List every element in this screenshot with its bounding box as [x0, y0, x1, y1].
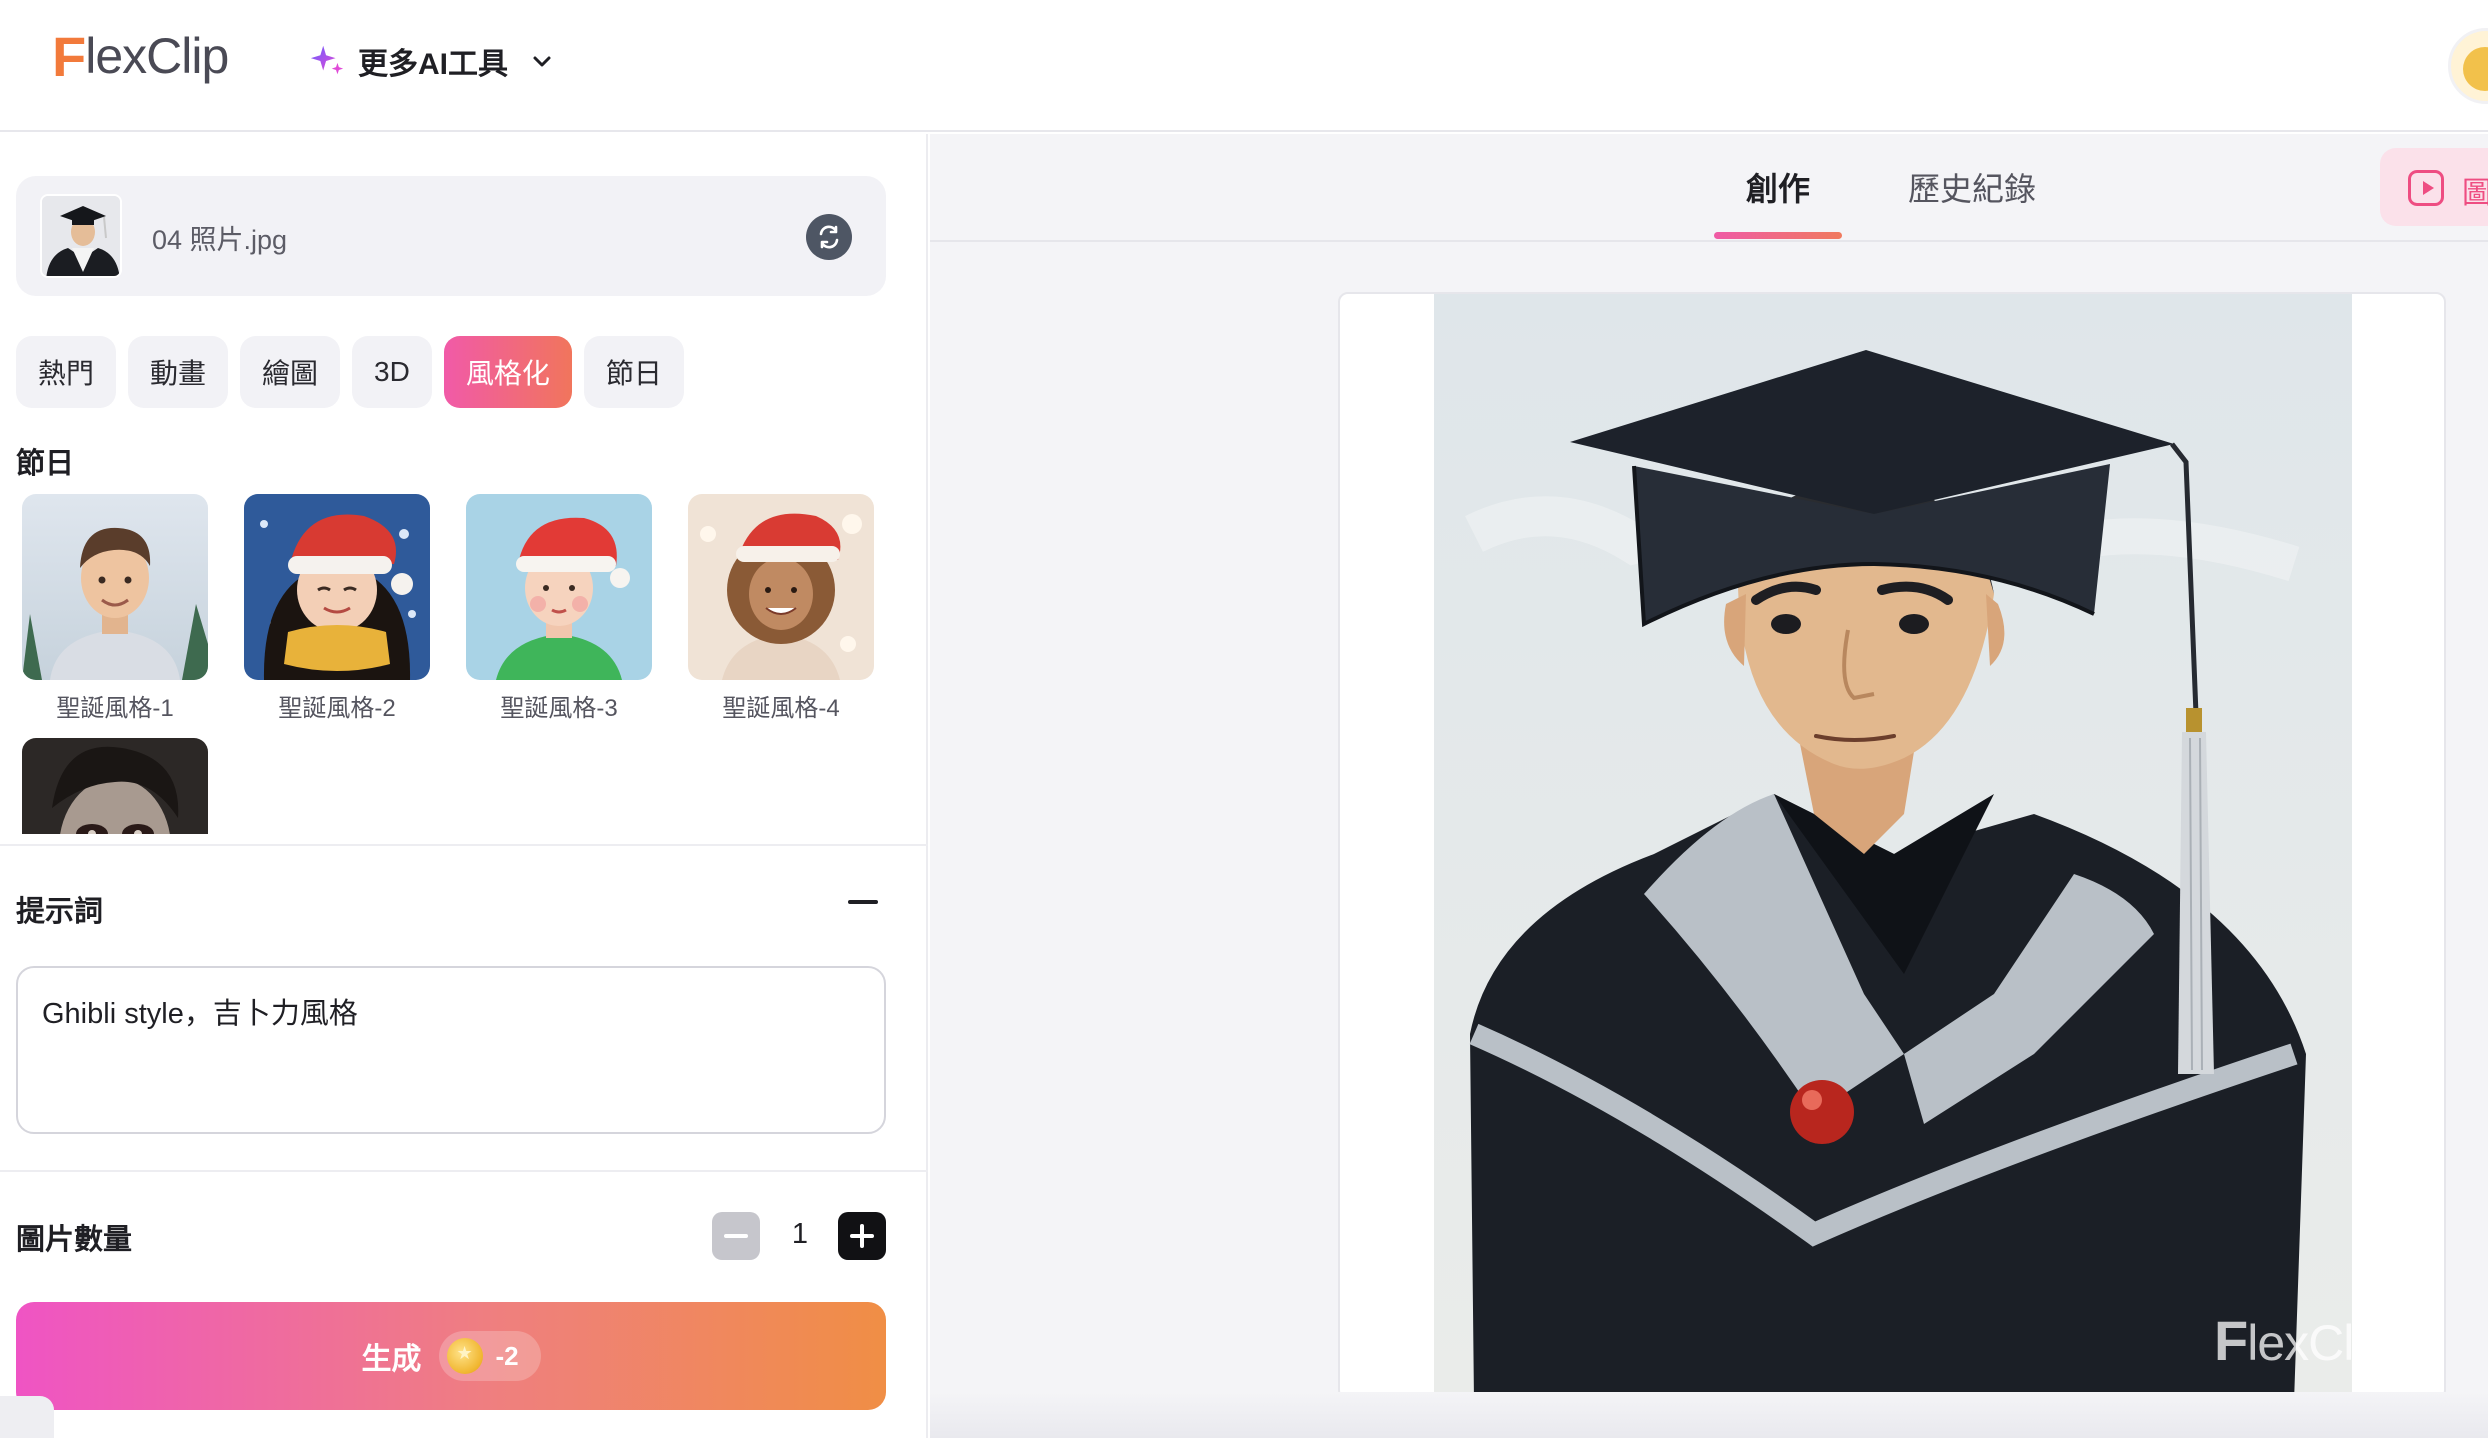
collapse-prompt-button[interactable] — [848, 900, 878, 904]
style-card-christmas-4[interactable]: 聖誕風格-4 — [688, 494, 874, 723]
tab-animation[interactable]: 動畫 — [128, 336, 229, 408]
tab-history[interactable]: 歷史紀錄 — [1908, 164, 2036, 210]
left-panel: 04 照片.jpg 熱門 動畫 繪圖 3D 風格化 節日 節日 聖誕風格-1 聖… — [0, 134, 928, 1438]
panel-bottom-edge — [930, 1392, 2488, 1438]
result-tabs: 創作 歷史紀錄 圖 — [930, 134, 2488, 242]
flexclip-watermark: FlexClip — [2214, 1308, 2391, 1373]
generate-label: 生成 — [361, 1343, 422, 1376]
increase-count-button[interactable] — [838, 1212, 886, 1260]
prompt-input[interactable] — [16, 966, 886, 1134]
style-card-label: 聖誕風格-4 — [722, 695, 840, 722]
christmas-girl-sweater-thumbnail — [466, 494, 652, 680]
halloween-zombie-thumbnail — [22, 738, 208, 834]
active-tab-indicator — [1714, 232, 1842, 239]
section-title-holiday: 節日 — [16, 448, 75, 480]
watermark-initial: F — [2214, 1309, 2248, 1372]
tab-create[interactable]: 創作 — [1746, 164, 1810, 210]
divider — [0, 844, 928, 846]
prompt-section-title: 提示詞 — [16, 896, 104, 928]
style-card-label: 聖誕風格-3 — [500, 695, 618, 722]
christmas-girl-scarf-thumbnail — [244, 494, 430, 680]
generated-image-card[interactable]: FlexClip — [1338, 292, 2446, 1400]
top-header: FlexClip 更多AI工具 — [0, 0, 2488, 132]
credit-cost-badge: -2 — [439, 1331, 541, 1381]
style-card-christmas-3[interactable]: 聖誕風格-3 — [466, 494, 652, 723]
christmas-child-thumbnail — [688, 494, 874, 680]
generate-button[interactable]: 生成 -2 — [16, 1302, 886, 1410]
style-card-halloween[interactable] — [22, 738, 208, 834]
video-side-button[interactable]: 圖 — [2380, 148, 2488, 226]
image-count-value: 1 — [791, 1218, 809, 1250]
style-card-label: 聖誕風格-2 — [278, 695, 396, 722]
decrease-count-button[interactable] — [712, 1212, 760, 1260]
style-card-christmas-1[interactable]: 聖誕風格-1 — [22, 494, 208, 723]
flexclip-logo[interactable]: FlexClip — [52, 24, 229, 88]
watermark-text: lexClip — [2247, 1315, 2391, 1371]
user-avatar[interactable] — [2448, 28, 2488, 104]
logo-initial: F — [52, 24, 86, 88]
sparkle-icon — [310, 45, 344, 75]
tab-holiday[interactable]: 節日 — [583, 336, 684, 408]
style-category-tabs: 熱門 動畫 繪圖 3D 風格化 節日 — [16, 336, 684, 408]
tab-stylized[interactable]: 風格化 — [443, 336, 572, 408]
collapsed-side-tab[interactable] — [0, 1396, 54, 1438]
more-ai-tools-menu[interactable]: 更多AI工具 — [308, 36, 556, 86]
video-side-button-label: 圖 — [2462, 177, 2488, 210]
play-video-icon — [2408, 170, 2444, 206]
logo-text: lexClip — [85, 28, 229, 84]
style-card-label: 聖誕風格-1 — [56, 695, 174, 722]
tab-drawing[interactable]: 繪圖 — [240, 336, 341, 408]
file-name: 04 照片.jpg — [152, 225, 288, 255]
generated-image — [1434, 294, 2352, 1398]
style-grid: 聖誕風格-1 聖誕風格-2 聖誕風格-3 聖誕風格-4 — [22, 494, 922, 834]
divider — [0, 1170, 928, 1172]
chevron-down-icon — [533, 56, 551, 67]
credit-cost: -2 — [495, 1340, 519, 1371]
swap-icon — [819, 225, 839, 249]
coin-icon — [447, 1338, 484, 1374]
style-card-christmas-2[interactable]: 聖誕風格-2 — [244, 494, 430, 723]
replace-image-button[interactable] — [806, 214, 852, 260]
image-count-title: 圖片數量 — [16, 1224, 133, 1256]
uploaded-photo-thumbnail — [40, 194, 122, 278]
tab-hot[interactable]: 熱門 — [16, 336, 117, 408]
tab-3d[interactable]: 3D — [352, 336, 432, 408]
more-ai-tools-label: 更多AI工具 — [358, 48, 508, 81]
uploaded-file-card: 04 照片.jpg — [16, 176, 886, 296]
result-panel: 創作 歷史紀錄 圖 FlexClip — [930, 134, 2488, 1438]
christmas-boy-thumbnail — [22, 494, 208, 680]
